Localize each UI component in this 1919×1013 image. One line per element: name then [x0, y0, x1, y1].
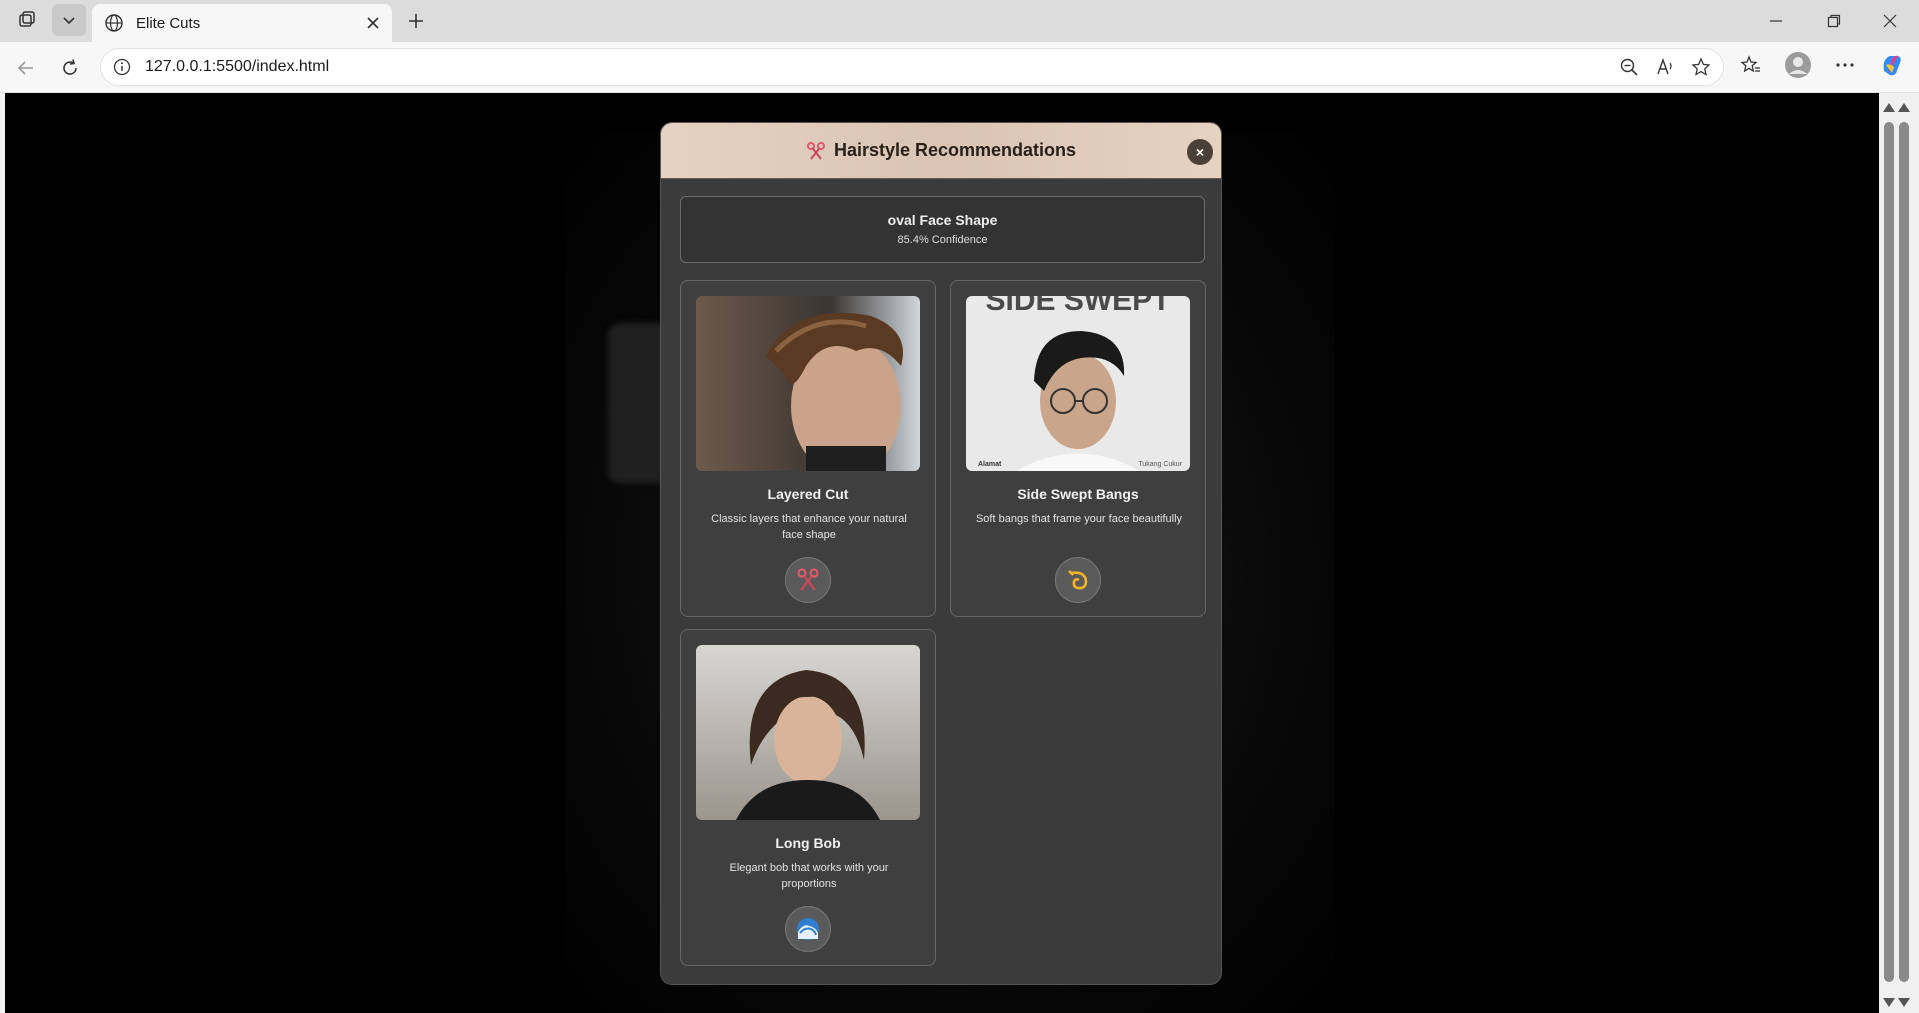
scissors-icon — [806, 141, 825, 160]
hairstyle-photo: SIDE SWEPT Alamat Tukang Cukur — [966, 296, 1190, 471]
new-tab-button[interactable] — [400, 6, 432, 36]
hairstyle-name: Layered Cut — [767, 486, 849, 502]
read-aloud-icon[interactable] — [1655, 57, 1675, 77]
hairstyle-description: Soft bangs that frame your face beautifu… — [975, 513, 1183, 525]
swirl-icon — [1068, 570, 1088, 590]
scrollbar-thumb[interactable] — [1884, 122, 1894, 982]
favorites-icon[interactable] — [1740, 54, 1762, 76]
modal-title-text: Hairstyle Recommendations — [833, 140, 1077, 160]
hairstyle-card-long-bob[interactable]: Long Bob Elegant bob that works with you… — [680, 629, 936, 966]
hairstyle-badge — [785, 906, 831, 952]
restore-button[interactable] — [1805, 0, 1863, 42]
confidence-label: 85.4% Confidence — [897, 234, 988, 246]
copilot-icon[interactable] — [1878, 51, 1906, 79]
address-bar-row: 127.0.0.1:5500/index.html — [0, 42, 1919, 93]
zoom-out-icon[interactable] — [1619, 57, 1639, 77]
refresh-icon — [63, 59, 77, 75]
browser-tab[interactable]: Elite Cuts — [92, 4, 392, 42]
face-shape-summary: oval Face Shape 85.4% Confidence — [680, 196, 1205, 263]
face-shape-label: oval Face Shape — [887, 212, 998, 228]
refresh-button[interactable] — [54, 52, 86, 84]
plus-icon — [409, 14, 423, 28]
hairstyle-description: Elegant bob that works with your proport… — [729, 862, 889, 890]
url-text: 127.0.0.1:5500/index.html — [145, 58, 330, 75]
photo-caption-right: Tukang Cukur — [1138, 461, 1182, 468]
globe-icon — [105, 14, 123, 32]
close-window-button[interactable] — [1861, 0, 1919, 42]
hairstyle-description: Classic layers that enhance your natural… — [711, 513, 907, 541]
hairstyle-photo — [696, 296, 920, 471]
minimize-button[interactable] — [1747, 0, 1805, 42]
workspaces-button[interactable] — [10, 4, 44, 36]
back-button[interactable] — [10, 52, 42, 84]
restore-icon — [1827, 14, 1841, 28]
chevron-down-icon — [63, 17, 75, 25]
scroll-up-arrow-icon-2[interactable] — [1898, 103, 1910, 112]
hairstyle-badge — [1055, 557, 1101, 603]
hairstyle-card-side-swept-bangs[interactable]: SIDE SWEPT Alamat Tukang Cukur Side Swep… — [950, 280, 1206, 617]
close-tab-icon[interactable] — [366, 16, 380, 30]
minimize-icon — [1770, 20, 1782, 22]
hairstyle-name: Side Swept Bangs — [1017, 486, 1139, 502]
url-field[interactable]: 127.0.0.1:5500/index.html — [100, 48, 1724, 86]
hairstyle-photo — [696, 645, 920, 820]
modal-title: Hairstyle Recommendations — [806, 140, 1076, 161]
scroll-up-arrow-icon[interactable] — [1883, 103, 1895, 112]
workspaces-icon — [19, 11, 35, 27]
photo-caption-left: Alamat — [978, 461, 1002, 468]
more-options-icon[interactable] — [1834, 54, 1856, 76]
favorite-star-icon[interactable] — [1691, 57, 1711, 77]
tab-list-button[interactable] — [52, 4, 86, 36]
scroll-down-arrow-icon[interactable] — [1883, 998, 1895, 1007]
hairstyle-name: Long Bob — [775, 835, 841, 851]
tab-title: Elite Cuts — [136, 14, 201, 32]
scissors-icon — [797, 568, 819, 591]
tab-bar: Elite Cuts — [0, 0, 1919, 42]
profile-avatar-icon[interactable] — [1784, 51, 1812, 79]
photo-banner-text: SIDE SWEPT — [985, 296, 1170, 317]
info-icon[interactable] — [113, 58, 131, 76]
recommendations-modal: Hairstyle Recommendations × oval Face Sh… — [660, 122, 1222, 985]
wave-icon — [797, 918, 819, 940]
hairstyle-badge — [785, 557, 831, 603]
scroll-down-arrow-icon-2[interactable] — [1898, 998, 1910, 1007]
close-modal-button[interactable]: × — [1187, 139, 1213, 165]
scrollbar-thumb-secondary[interactable] — [1899, 122, 1909, 982]
modal-header: Hairstyle Recommendations × — [661, 123, 1221, 179]
back-arrow-icon — [17, 61, 33, 75]
close-icon — [1883, 14, 1897, 28]
hairstyle-card-layered-cut[interactable]: Layered Cut Classic layers that enhance … — [680, 280, 936, 617]
